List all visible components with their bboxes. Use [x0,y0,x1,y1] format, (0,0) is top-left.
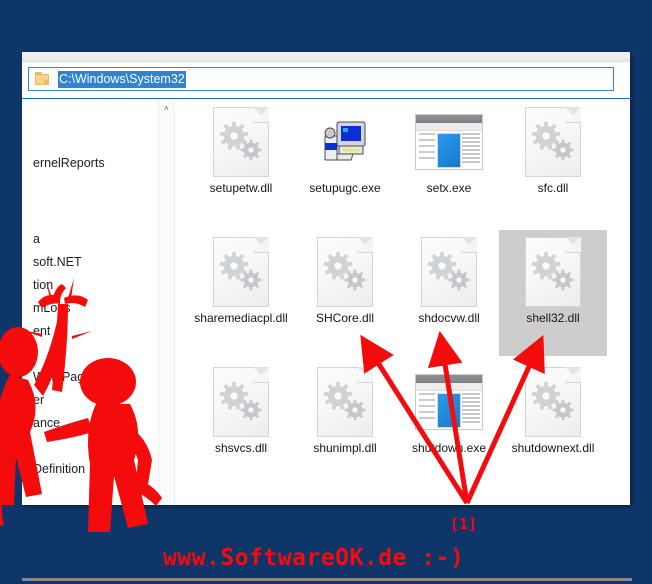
watermark-text: www.SoftwareOK.de :-) [163,545,465,571]
file-icon-wrapper [187,104,295,180]
file-label: shdocvw.dll [418,311,480,325]
file-icon-wrapper [187,364,295,440]
file-icon-wrapper [499,104,607,180]
file-icon-wrapper [395,364,503,440]
file-label: setupetw.dll [209,181,273,195]
figure-marker: [1] [450,515,478,533]
pane-splitter[interactable] [175,100,183,505]
file-item[interactable]: shutdown.exe [395,360,503,478]
file-item[interactable]: SHCore.dll [291,230,399,356]
nav-tree-item[interactable]: mLogs [33,301,71,315]
file-item[interactable]: shdocvw.dll [395,230,503,356]
nav-tree-item[interactable]: ent [33,324,50,338]
file-icon-wrapper [499,234,607,310]
gear-icon [427,251,470,291]
file-grid[interactable]: setupetw.dll setupugc.exe setx.exe sfc.dll s… [183,100,630,505]
scroll-up-icon[interactable]: ˄ [159,100,174,116]
file-label: shunimpl.dll [313,441,377,455]
file-icon-wrapper [291,234,399,310]
setup-computer-icon [324,121,366,161]
dll-gear-icon [317,367,373,437]
gear-icon [531,381,574,421]
file-item[interactable]: shutdownext.dll [499,360,607,478]
nav-tree-item[interactable]: er [33,393,44,407]
gear-icon [219,381,262,421]
gear-icon [323,251,366,291]
nav-tree-item[interactable]: Definition [33,462,85,476]
file-icon-wrapper [499,364,607,440]
nav-tree-item[interactable]: ernelReports [33,156,105,170]
file-item[interactable]: sfc.dll [499,100,607,218]
explorer-content: ernelReports a soft.NET tion mLogs ent Web Pag… [22,99,630,505]
nav-tree-item[interactable]: ance [33,416,60,430]
screenshot-root: C:\Windows\System32 ernelReports a soft.NE… [0,0,652,584]
dll-gear-icon [317,237,373,307]
file-icon-wrapper [395,104,503,180]
nav-tree-item[interactable]: a [33,232,40,246]
app-window-icon [415,374,483,430]
nav-tree-item[interactable]: tion [33,278,53,292]
app-window-icon [415,114,483,170]
dll-gear-icon [213,107,269,177]
file-item[interactable]: shunimpl.dll [291,360,399,478]
navigation-pane[interactable]: ernelReports a soft.NET tion mLogs ent Web Pag… [22,100,158,505]
gear-icon [219,121,262,161]
dll-gear-icon [525,367,581,437]
file-icon-wrapper [291,364,399,440]
gear-icon [219,251,262,291]
file-icon-wrapper [291,104,399,180]
file-item[interactable]: setupetw.dll [187,100,295,218]
file-label: shsvcs.dll [214,441,267,455]
file-label: SHCore.dll [315,311,375,325]
gear-icon [531,121,574,161]
dll-gear-icon [525,107,581,177]
navigation-scrollbar[interactable]: ˄ [158,100,175,505]
file-label: setx.exe [426,181,472,195]
address-path-text[interactable]: C:\Windows\System32 [58,70,186,88]
file-item[interactable]: shell32.dll [499,230,607,356]
file-label: shutdown.exe [411,441,487,455]
file-label: setupugc.exe [309,181,381,195]
dll-gear-icon [421,237,477,307]
file-item[interactable]: setx.exe [395,100,503,218]
file-label: shutdownext.dll [511,441,595,455]
folder-icon [35,72,51,86]
dll-gear-icon [213,367,269,437]
gear-icon [531,251,574,291]
file-icon-wrapper [395,234,503,310]
file-item[interactable]: sharemediacpl.dll [187,230,295,356]
file-label: sfc.dll [537,181,569,195]
gear-icon [323,381,366,421]
file-label: shell32.dll [526,311,580,325]
window-top-strip [22,52,630,62]
nav-tree-item[interactable]: Web Pages [33,370,97,384]
file-icon-wrapper [187,234,295,310]
address-input[interactable]: C:\Windows\System32 [28,67,614,91]
file-item[interactable]: setupugc.exe [291,100,399,218]
dll-gear-icon [213,237,269,307]
address-bar-row: C:\Windows\System32 [22,62,630,99]
explorer-window: C:\Windows\System32 ernelReports a soft.NE… [22,52,630,505]
window-bottom-edge [22,578,632,581]
nav-tree-item[interactable]: soft.NET [33,255,82,269]
file-item[interactable]: shsvcs.dll [187,360,295,478]
dll-gear-icon [525,237,581,307]
file-label: sharemediacpl.dll [194,311,288,325]
